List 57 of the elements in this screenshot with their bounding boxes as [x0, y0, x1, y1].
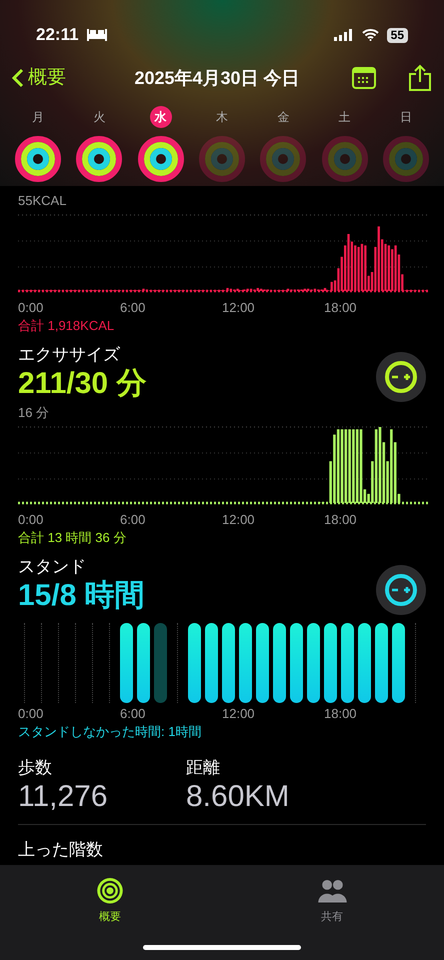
tab-bar-item[interactable]: 共有: [316, 877, 348, 925]
signal-icon: [334, 29, 354, 41]
activity-rings-icon: [382, 136, 429, 182]
stand-total: スタンドしなかった時間: 1時間: [18, 722, 202, 740]
day-tab[interactable]: 土: [318, 106, 371, 182]
axis-label: 18:00: [324, 513, 358, 526]
section-title: エクササイズ: [18, 344, 121, 365]
wifi-icon: [362, 29, 379, 41]
day-tab[interactable]: 木: [196, 106, 248, 182]
move-total: 合計 1,918KCAL: [18, 317, 116, 335]
calendar-icon[interactable]: [352, 66, 376, 90]
activity-rings-icon: [322, 136, 368, 182]
axis-label: 6:00: [120, 513, 146, 526]
axis-label: 0:00: [18, 706, 44, 720]
activity-rings-icon: [15, 136, 61, 182]
axis-label: 0:00: [18, 513, 44, 526]
activity-rings-icon: [260, 136, 306, 182]
goal-adjust-button[interactable]: [376, 564, 426, 614]
people-icon: [316, 877, 348, 904]
stat-value: 8.60KM: [186, 779, 290, 816]
stat-label: 距離: [186, 757, 221, 778]
battery-indicator: 55: [386, 28, 408, 42]
exercise-value: 211/30 分: [18, 366, 146, 402]
day-tab[interactable]: 月: [12, 106, 64, 182]
stat-value: 11,276: [18, 779, 109, 816]
floors-label: 上った階数: [18, 838, 104, 861]
day-tab[interactable]: 水: [134, 106, 187, 182]
axis-label: 18:00: [324, 706, 358, 720]
tab-bar-item[interactable]: 概要: [96, 877, 124, 925]
bed-icon: [86, 29, 107, 41]
axis-label: 6:00: [120, 706, 146, 720]
share-icon[interactable]: [408, 64, 432, 92]
day-tab[interactable]: 火: [73, 106, 126, 182]
rings-icon: [96, 877, 124, 904]
chevron-left-icon: [12, 68, 24, 88]
activity-rings-icon: [198, 136, 245, 182]
status-time: 22:11: [36, 24, 79, 46]
chart-max-label: 55KCAL: [18, 194, 68, 207]
minus-plus-icon: [383, 359, 419, 396]
axis-label: 12:00: [222, 513, 256, 526]
back-button[interactable]: 概要: [12, 64, 66, 92]
axis-label: 6:00: [120, 301, 146, 314]
axis-label: 12:00: [222, 301, 256, 314]
chart-max-label: 16 分: [18, 406, 50, 420]
date-title: 2025年4月30日 今日: [134, 66, 300, 90]
axis-label: 18:00: [324, 301, 358, 314]
activity-rings-icon: [76, 136, 122, 182]
day-tab[interactable]: 金: [257, 106, 310, 182]
stat-label: 歩数: [18, 757, 53, 778]
exercise-total: 合計 13 時間 36 分: [18, 529, 128, 548]
section-title: スタンド: [18, 556, 87, 577]
axis-label: 0:00: [18, 301, 44, 314]
day-tab[interactable]: 日: [380, 106, 432, 182]
stand-value: 15/8 時間: [18, 578, 145, 614]
axis-label: 12:00: [222, 706, 256, 720]
minus-plus-icon: [383, 572, 419, 608]
activity-rings-icon: [138, 136, 184, 182]
